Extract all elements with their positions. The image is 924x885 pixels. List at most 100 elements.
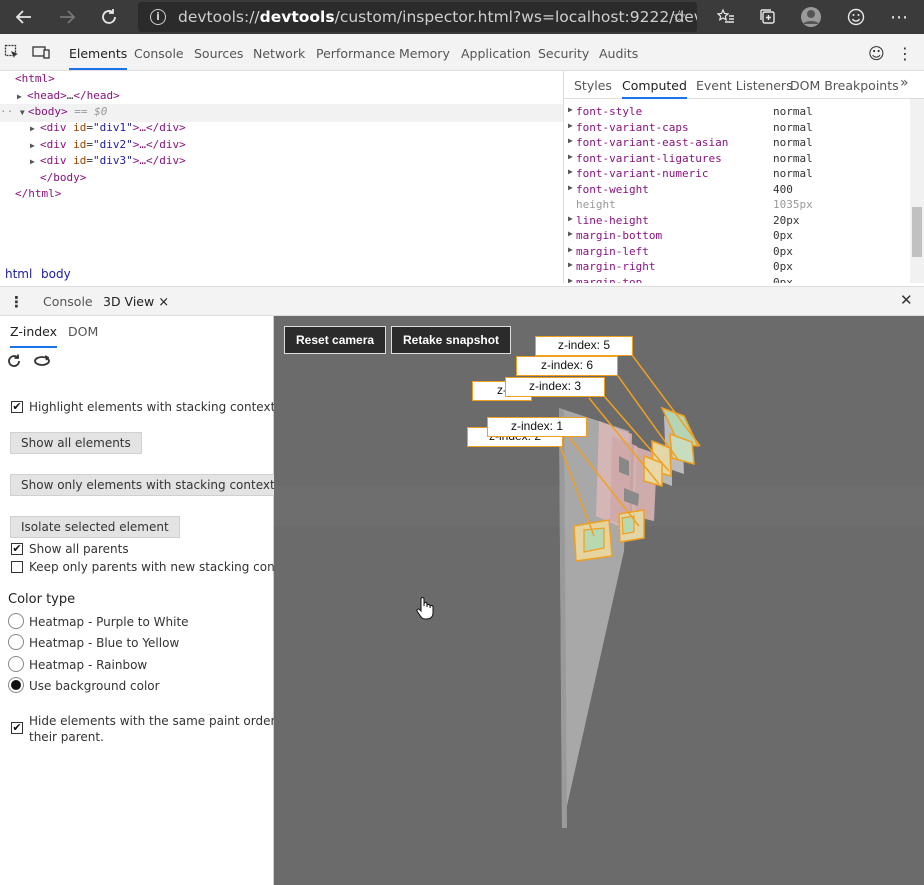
computed-property-row[interactable]: ▶ font-style normal [568, 105, 908, 120]
highlight-stacking-checkbox[interactable]: ✔ [11, 401, 23, 413]
info-icon[interactable]: i [150, 9, 166, 25]
favorites-list-icon[interactable] [714, 5, 738, 29]
dom-node-div2[interactable]: ▶ <div id="div2">…</div> [30, 137, 186, 155]
tab-application[interactable]: Application [461, 46, 531, 61]
computed-property-row[interactable]: ▶ margin-left 0px [568, 245, 908, 260]
back-icon[interactable] [12, 5, 36, 29]
dom-node-div1[interactable]: ▶ <div id="div1">…</div> [30, 120, 186, 138]
computed-property-row[interactable]: ▶ margin-top 0px [568, 276, 908, 284]
expand-triangle-icon[interactable]: ▶ [30, 154, 40, 171]
radio-background-color[interactable] [8, 677, 24, 693]
computed-property-row[interactable]: ▶ margin-right 0px [568, 260, 908, 275]
tab-styles[interactable]: Styles [574, 78, 612, 93]
keep-parents-checkbox[interactable] [11, 561, 23, 573]
property-value: 20px [773, 213, 800, 227]
tab-console[interactable]: Console [134, 46, 184, 61]
3d-viewport[interactable]: Reset camera Retake snapshot z-index: 2 … [274, 316, 924, 885]
dom-tree: <html> ▶ <head>…</head> ·· ▼ <body> == $0 … [0, 71, 563, 261]
retake-snapshot-button[interactable]: Retake snapshot [391, 326, 512, 354]
dom-node-body-close[interactable]: </body> [40, 170, 86, 187]
feedback-smiley-icon[interactable] [844, 5, 868, 29]
computed-property-row[interactable]: ▶ font-variant-east-asian normal [568, 136, 908, 151]
hide-same-paint-label-line2: their parent. [29, 730, 104, 744]
rotate-camera-icon[interactable] [33, 354, 51, 371]
computed-property-row[interactable]: ▶ font-variant-ligatures normal [568, 152, 908, 167]
property-name: font-weight [576, 182, 649, 196]
favorite-star-icon[interactable]: ☆ [672, 2, 687, 32]
feedback-icon[interactable]: ☺ [868, 44, 885, 63]
tab-security[interactable]: Security [538, 46, 589, 61]
computed-property-row-clipped [568, 97, 908, 105]
tab-event-listeners[interactable]: Event Listeners [696, 78, 793, 93]
z-index-label-3: z-index: 3 [505, 377, 605, 397]
expand-triangle-icon[interactable]: ▶ [30, 121, 40, 138]
scrollbar-thumb[interactable] [912, 207, 922, 257]
inspect-element-icon[interactable] [4, 44, 20, 60]
drawer-menu-icon[interactable]: ⋮ [9, 293, 24, 311]
tab-elements[interactable]: Elements [69, 46, 128, 70]
tab-performance[interactable]: Performance [316, 46, 395, 61]
close-tab-icon[interactable]: × [158, 295, 169, 310]
computed-property-row[interactable]: ▶ margin-bottom 0px [568, 229, 908, 244]
hide-same-paint-checkbox[interactable]: ✔ [11, 722, 23, 734]
computed-properties-list: ▶ font-style normal ▶ font-variant-caps norma… [564, 97, 909, 283]
dom-node-html[interactable]: <html> [15, 71, 55, 88]
show-parents-label: Show all parents [29, 542, 129, 556]
tab-sources[interactable]: Sources [194, 46, 243, 61]
drawer-tab-3d-view[interactable]: 3D View × [103, 294, 170, 319]
computed-property-row[interactable]: ▶ line-height 20px [568, 214, 908, 229]
radio-blue-yellow[interactable] [8, 634, 24, 650]
3d-view-settings-panel: Z-index DOM ✔ Highlight elements with st… [0, 316, 298, 885]
property-value: normal [773, 167, 813, 180]
tab-network[interactable]: Network [253, 46, 305, 61]
drawer-tabbar: ⋮ Console 3D View × ✕ [0, 286, 924, 319]
property-value: 0px [773, 260, 793, 273]
property-value: normal [773, 151, 813, 165]
show-all-elements-button[interactable]: Show all elements [10, 432, 142, 454]
breadcrumb-html[interactable]: html [5, 267, 32, 281]
forward-icon[interactable] [55, 5, 79, 29]
property-name: margin-right [576, 260, 656, 273]
tab-dom-breakpoints[interactable]: DOM Breakpoints [790, 78, 899, 93]
computed-property-row[interactable]: height 1035px [568, 198, 908, 213]
address-bar[interactable]: i devtools://devtools/custom/inspector.h… [138, 2, 697, 32]
show-stacking-context-button[interactable]: Show only elements with stacking context [10, 474, 286, 496]
computed-property-row[interactable]: ▶ font-variant-caps normal [568, 121, 908, 136]
property-value: normal [773, 120, 813, 134]
computed-property-row[interactable]: ▶ font-weight 400 [568, 183, 908, 198]
subtab-z-index[interactable]: Z-index [10, 324, 58, 348]
refresh-icon[interactable] [97, 5, 121, 29]
hide-same-paint-label-line1: Hide elements with the same paint order … [29, 714, 293, 728]
close-drawer-icon[interactable]: ✕ [900, 291, 913, 309]
computed-property-row[interactable]: ▶ font-variant-numeric normal [568, 167, 908, 182]
property-name: font-variant-ligatures [576, 151, 722, 165]
refresh-snapshot-icon[interactable] [7, 354, 21, 371]
radio-label-blue-yellow: Heatmap - Blue to Yellow [29, 636, 180, 650]
tab-computed[interactable]: Computed [622, 78, 687, 99]
dom-node-head[interactable]: ▶ <head>…</head> [17, 88, 120, 106]
isolate-element-button[interactable]: Isolate selected element [10, 516, 180, 538]
profile-avatar-icon[interactable] [799, 5, 823, 29]
device-toolbar-icon[interactable] [32, 44, 50, 60]
layer-bottom-green [583, 527, 605, 553]
reset-camera-button[interactable]: Reset camera [284, 326, 387, 354]
radio-rainbow[interactable] [8, 656, 24, 672]
drawer-tab-console[interactable]: Console [43, 294, 93, 309]
url-prefix: devtools:// [178, 8, 260, 26]
styles-scrollbar[interactable] [910, 99, 924, 283]
tab-memory[interactable]: Memory [399, 46, 450, 61]
radio-purple-white[interactable] [8, 613, 24, 629]
subtab-dom[interactable]: DOM [68, 324, 98, 339]
3d-scene[interactable] [274, 316, 924, 885]
more-tabs-chevron-icon[interactable]: » [900, 75, 909, 91]
show-parents-checkbox[interactable]: ✔ [11, 543, 23, 555]
breadcrumb-body[interactable]: body [41, 267, 71, 281]
browser-menu-icon[interactable]: ⋯ [887, 5, 911, 29]
tab-audits[interactable]: Audits [599, 46, 638, 61]
collections-icon[interactable] [756, 5, 780, 29]
dom-node-body[interactable]: ·· ▼ <body> == $0 [0, 104, 563, 122]
devtools-menu-icon[interactable]: ⋮ [897, 44, 913, 63]
collapse-triangle-icon[interactable]: ▼ [20, 105, 28, 122]
dom-node-div3[interactable]: ▶ <div id="div3">…</div> [30, 153, 186, 171]
dom-node-html-close[interactable]: </html> [15, 186, 61, 203]
